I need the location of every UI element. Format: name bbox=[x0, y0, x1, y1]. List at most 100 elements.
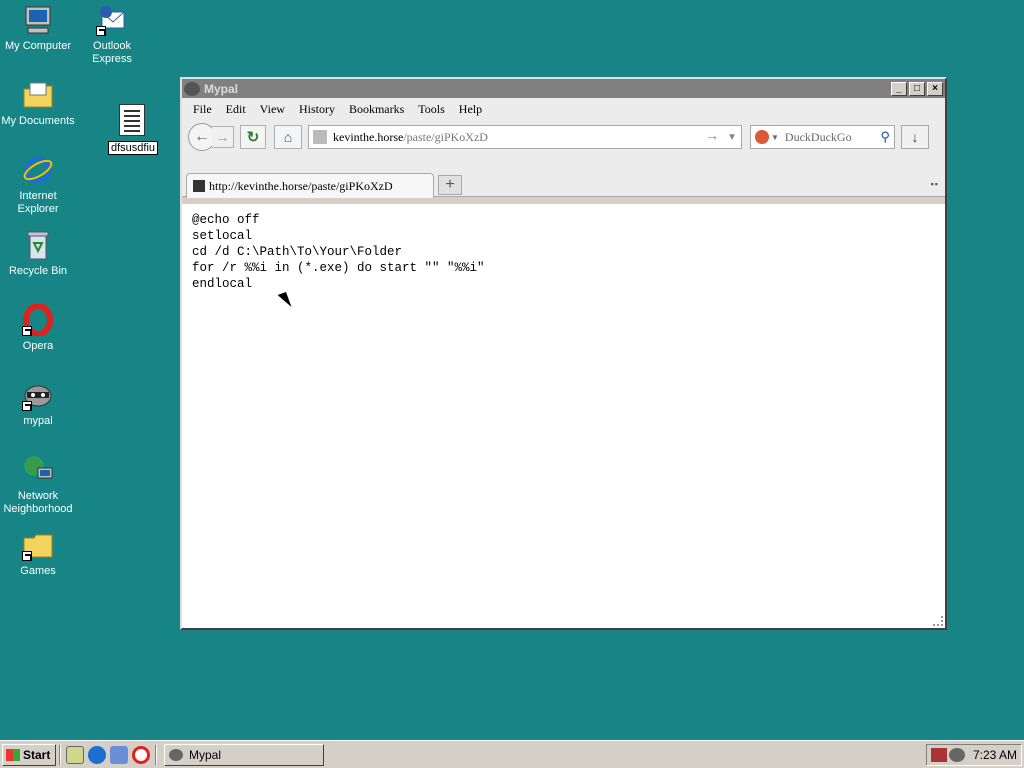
desktop-icon-label: Outlook Express bbox=[92, 40, 132, 65]
tab-strip: http://kevinthe.horse/paste/giPKoXzD + ▪… bbox=[182, 171, 945, 198]
desktop-icon-label: My Computer bbox=[4, 40, 72, 52]
code-line: cd /d C:\Path\To\Your\Folder bbox=[192, 245, 403, 259]
home-icon: ⌂ bbox=[283, 129, 293, 145]
taskbar: Start Mypal 7:23 AM bbox=[0, 740, 1024, 768]
menu-file[interactable]: File bbox=[186, 102, 219, 117]
recycle-bin-icon bbox=[22, 229, 54, 261]
desktop-icon-label: My Documents bbox=[1, 115, 75, 127]
desktop-icon-label: Opera bbox=[22, 340, 54, 352]
raccoon-icon[interactable] bbox=[949, 747, 965, 762]
close-button[interactable]: × bbox=[927, 81, 943, 96]
desktop-icon-label: mypal bbox=[23, 415, 53, 427]
menu-view[interactable]: View bbox=[253, 102, 292, 117]
opera-icon[interactable] bbox=[132, 745, 150, 764]
desktop-icon-games[interactable]: Games bbox=[0, 529, 76, 578]
page-favicon-icon bbox=[193, 180, 205, 192]
text-file-icon bbox=[119, 104, 145, 136]
raccoon-icon bbox=[169, 748, 183, 761]
desktop-icon-label: Recycle Bin bbox=[8, 265, 68, 277]
opera-icon bbox=[22, 303, 54, 337]
shortcut-arrow-icon bbox=[22, 551, 32, 561]
folder-documents-icon bbox=[22, 79, 54, 111]
duckduckgo-icon[interactable] bbox=[755, 130, 769, 144]
start-label: Start bbox=[23, 747, 51, 762]
navigation-toolbar: ← → ↻ ⌂ kevinthe.horse/paste/giPKoXzD → … bbox=[182, 120, 945, 154]
list-all-tabs-icon[interactable]: ▪▪ bbox=[931, 179, 939, 189]
url-bar[interactable]: kevinthe.horse/paste/giPKoXzD → ▼ bbox=[308, 125, 742, 149]
shortcut-arrow-icon bbox=[96, 26, 106, 36]
clock[interactable]: 7:23 AM bbox=[973, 748, 1017, 762]
menu-help[interactable]: Help bbox=[452, 102, 489, 117]
internet-explorer-icon bbox=[22, 154, 54, 186]
shortcut-arrow-icon bbox=[22, 326, 32, 336]
url-text[interactable]: kevinthe.horse/paste/giPKoXzD bbox=[333, 130, 705, 145]
desktop-icon-recycle-bin[interactable]: Recycle Bin bbox=[0, 229, 76, 278]
desktop-icon-my-documents[interactable]: My Documents bbox=[0, 79, 76, 128]
chevron-down-icon[interactable]: ▼ bbox=[771, 133, 779, 142]
title-bar[interactable]: Mypal _ □ × bbox=[182, 79, 945, 98]
menu-history[interactable]: History bbox=[292, 102, 342, 117]
menu-edit[interactable]: Edit bbox=[219, 102, 253, 117]
folder-icon bbox=[22, 529, 54, 561]
new-tab-button[interactable]: + bbox=[438, 175, 462, 195]
download-icon: ↓ bbox=[911, 129, 919, 145]
browser-window: Mypal _ □ × File Edit View History Bookm… bbox=[180, 77, 947, 630]
url-dropdown-icon[interactable]: ▼ bbox=[727, 132, 737, 143]
code-line: endlocal bbox=[192, 277, 253, 291]
network-icon bbox=[22, 454, 54, 486]
raccoon-icon bbox=[184, 81, 200, 96]
code-line: @echo off bbox=[192, 213, 260, 227]
home-button[interactable]: ⌂ bbox=[274, 125, 302, 149]
page-content: @echo off setlocal cd /d C:\Path\To\Your… bbox=[182, 204, 945, 628]
arrow-right-icon: → bbox=[215, 129, 230, 145]
desktop-file-item[interactable]: dfsusdfiu bbox=[108, 104, 159, 155]
tab-title: http://kevinthe.horse/paste/giPKoXzD bbox=[209, 178, 393, 193]
code-text: @echo off setlocal cd /d C:\Path\To\Your… bbox=[192, 212, 935, 292]
code-line: setlocal bbox=[192, 229, 253, 243]
menu-bar: File Edit View History Bookmarks Tools H… bbox=[182, 98, 945, 120]
desktop-icon-network-neighborhood[interactable]: Network Neighborhood bbox=[0, 454, 76, 516]
system-tray: 7:23 AM bbox=[926, 743, 1022, 766]
maximize-button[interactable]: □ bbox=[909, 81, 925, 96]
reload-icon: ↻ bbox=[246, 129, 260, 146]
page-favicon-icon bbox=[313, 130, 327, 144]
reload-button[interactable]: ↻ bbox=[240, 125, 266, 149]
desktop-icon-opera[interactable]: Opera bbox=[0, 303, 76, 353]
go-arrow-icon[interactable]: → bbox=[705, 129, 719, 145]
search-icon[interactable]: ⚲ bbox=[880, 129, 890, 145]
show-desktop-icon[interactable] bbox=[66, 745, 84, 764]
window-title: Mypal bbox=[204, 81, 239, 96]
desktop-icon-label: Network Neighborhood bbox=[3, 490, 73, 515]
minimize-button[interactable]: _ bbox=[891, 81, 907, 96]
resize-grip-icon[interactable] bbox=[933, 616, 943, 626]
tray-icon[interactable] bbox=[931, 747, 947, 762]
start-button[interactable]: Start bbox=[2, 743, 56, 766]
desktop-icon-my-computer[interactable]: My Computer bbox=[0, 4, 76, 53]
shortcut-arrow-icon bbox=[22, 401, 32, 411]
menu-bookmarks[interactable]: Bookmarks bbox=[342, 102, 411, 117]
desktop-icon-internet-explorer[interactable]: Internet Explorer bbox=[0, 154, 76, 216]
computer-icon bbox=[22, 4, 54, 36]
desktop-icon-outlook-express[interactable]: Outlook Express bbox=[74, 4, 150, 66]
url-host: kevinthe.horse bbox=[333, 129, 404, 144]
search-bar[interactable]: ▼ DuckDuckGo ⚲ bbox=[750, 125, 895, 149]
desktop-icon-label: Games bbox=[20, 565, 56, 577]
outlook-express-icon bbox=[96, 4, 128, 36]
windows-logo-icon bbox=[6, 748, 20, 761]
downloads-button[interactable]: ↓ bbox=[901, 125, 929, 149]
outlook-express-icon[interactable] bbox=[110, 745, 128, 764]
forward-button[interactable]: → bbox=[212, 126, 234, 148]
raccoon-icon bbox=[22, 379, 54, 411]
task-label: Mypal bbox=[189, 747, 222, 762]
desktop-icon-mypal[interactable]: mypal bbox=[0, 379, 76, 428]
tab-active[interactable]: http://kevinthe.horse/paste/giPKoXzD bbox=[186, 173, 434, 198]
desktop-icon-label: Internet Explorer bbox=[17, 190, 59, 215]
code-line: for /r %%i in (*.exe) do start "" "%%i" bbox=[192, 261, 485, 275]
arrow-left-icon: ← bbox=[194, 128, 210, 145]
internet-explorer-icon[interactable] bbox=[88, 745, 106, 764]
url-path: /paste/giPKoXzD bbox=[403, 129, 488, 144]
menu-tools[interactable]: Tools bbox=[411, 102, 452, 117]
search-input[interactable]: DuckDuckGo bbox=[785, 130, 881, 145]
rename-input[interactable]: dfsusdfiu bbox=[108, 141, 159, 155]
taskbar-button-mypal[interactable]: Mypal bbox=[164, 743, 324, 766]
